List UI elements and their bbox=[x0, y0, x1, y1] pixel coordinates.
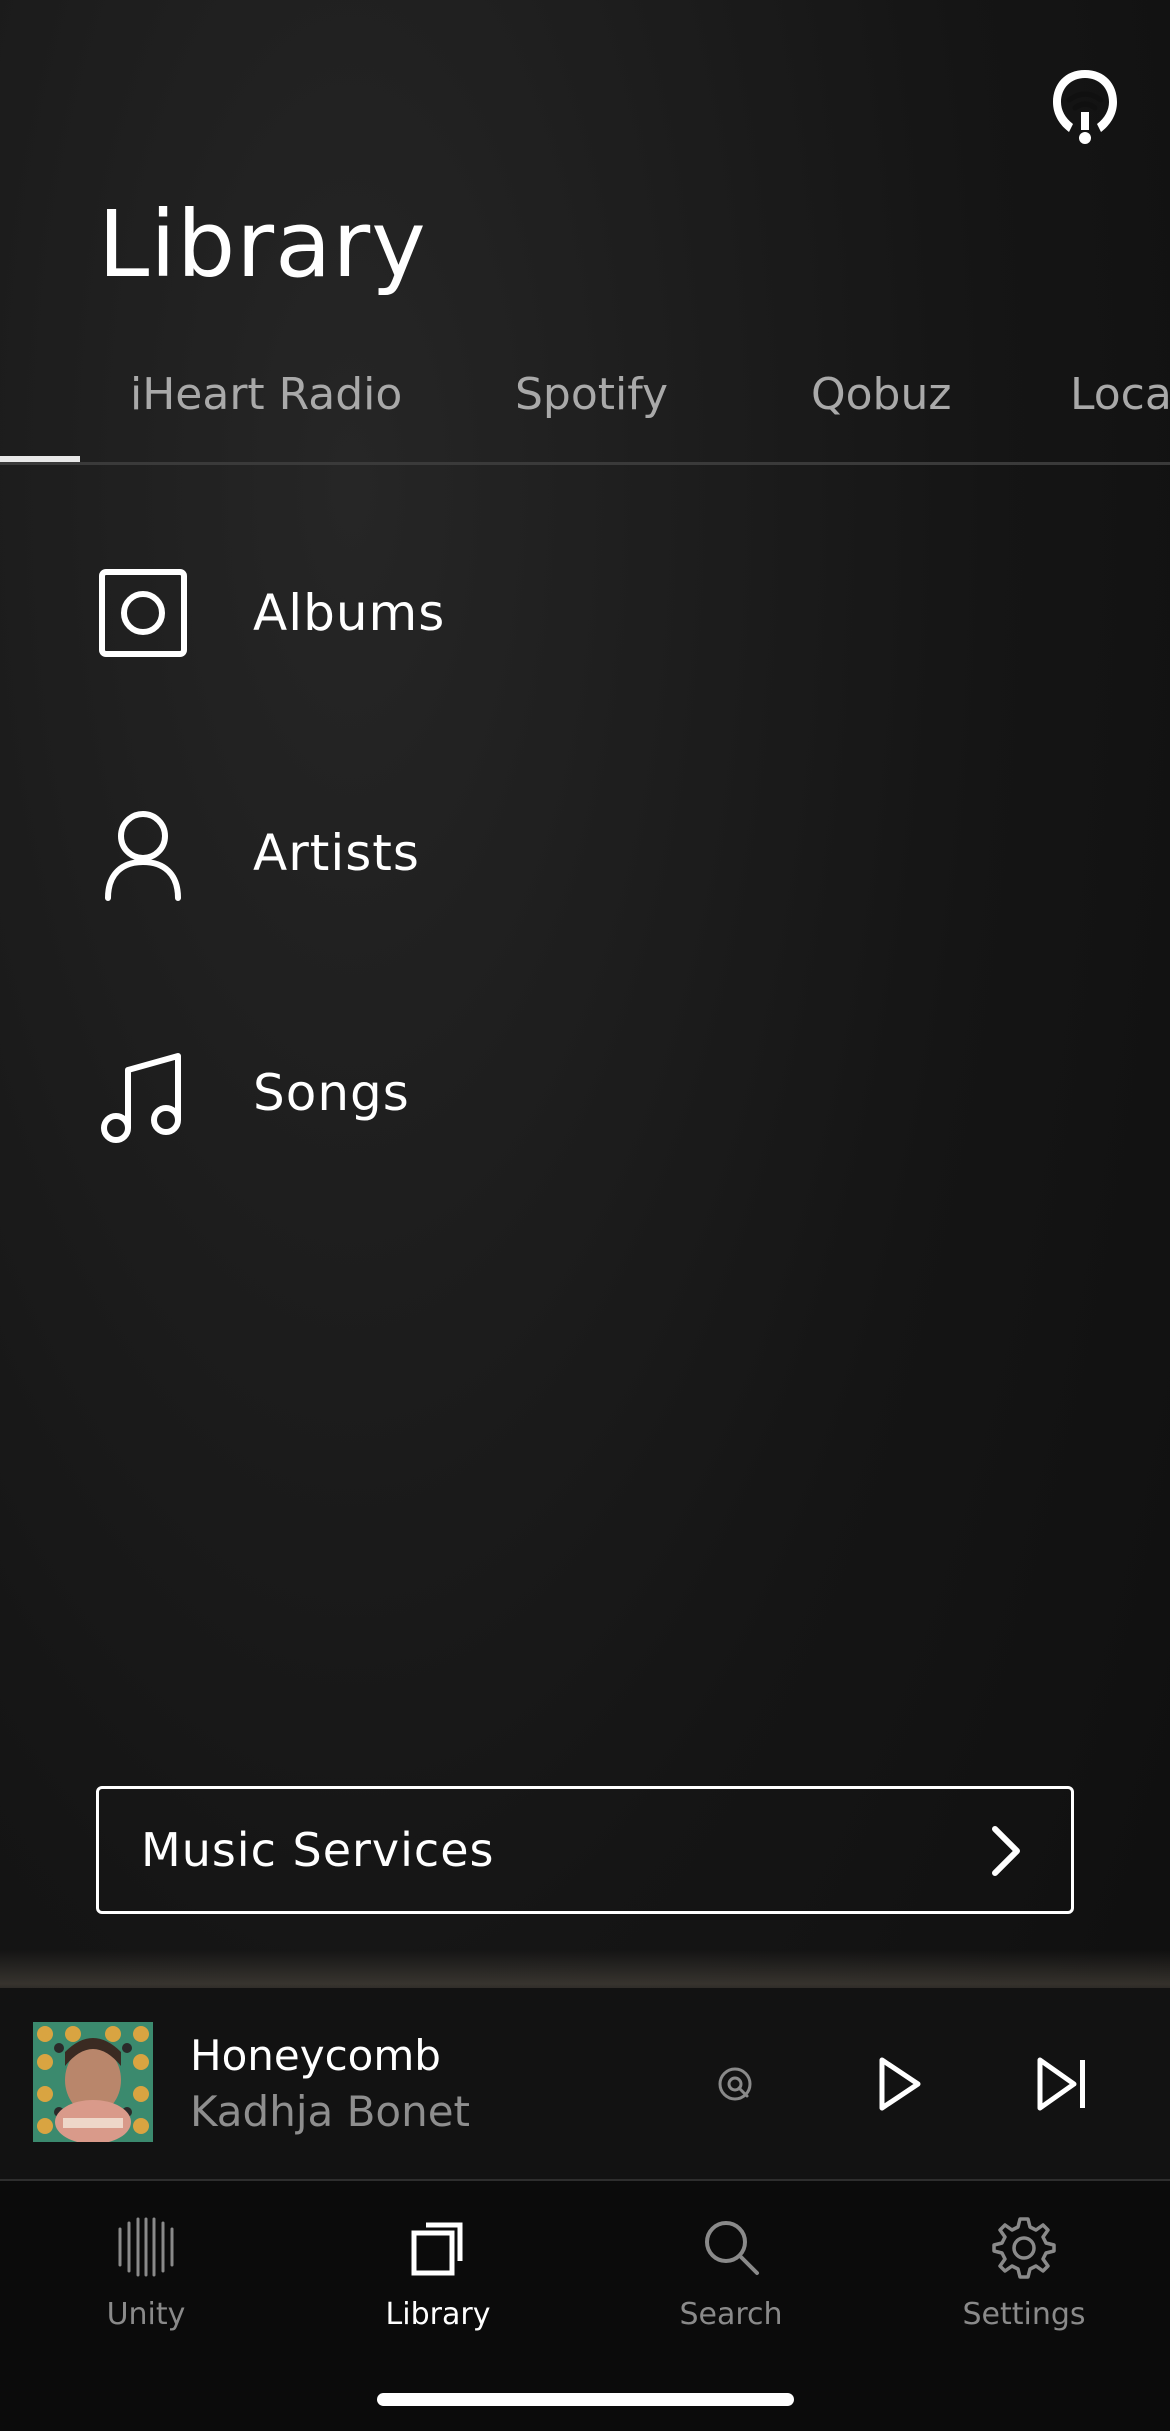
cast-icon[interactable] bbox=[715, 2064, 755, 2104]
list-item-label: Artists bbox=[253, 824, 420, 882]
album-art-thumbnail[interactable] bbox=[33, 2022, 153, 2142]
nav-label: Settings bbox=[962, 2297, 1086, 2332]
player-glow bbox=[0, 1950, 1170, 1990]
skip-next-icon[interactable] bbox=[1036, 2054, 1092, 2114]
nav-item-settings[interactable]: Settings bbox=[924, 2215, 1124, 2355]
play-icon[interactable] bbox=[872, 2054, 928, 2114]
music-services-label: Music Services bbox=[141, 1823, 495, 1877]
music-services-button[interactable]: Music Services bbox=[96, 1786, 1074, 1914]
nav-item-unity[interactable]: Unity bbox=[46, 2215, 246, 2355]
album-icon bbox=[98, 568, 194, 664]
page-title: Library bbox=[98, 191, 427, 298]
list-item-songs[interactable]: Songs bbox=[0, 1018, 1170, 1178]
nav-label: Unity bbox=[106, 2297, 186, 2332]
tab-qobuz[interactable]: Qobuz bbox=[811, 360, 951, 430]
library-screen: Library iHeart Radio Spotify Qobuz Loca … bbox=[0, 0, 1170, 2431]
track-title: Honeycomb bbox=[190, 2031, 441, 2080]
list-item-artists[interactable]: Artists bbox=[0, 778, 1170, 938]
chevron-right-icon bbox=[987, 1823, 1027, 1879]
nav-item-search[interactable]: Search bbox=[631, 2215, 831, 2355]
nav-label: Library bbox=[385, 2297, 491, 2332]
gear-icon bbox=[992, 2215, 1056, 2279]
tab-local[interactable]: Loca bbox=[1070, 360, 1170, 430]
person-icon bbox=[98, 808, 194, 904]
nav-label: Search bbox=[679, 2297, 783, 2332]
tab-spotify[interactable]: Spotify bbox=[515, 360, 668, 430]
music-note-icon bbox=[98, 1048, 194, 1144]
nav-item-library[interactable]: Library bbox=[338, 2215, 538, 2355]
tab-iheart-radio[interactable]: iHeart Radio bbox=[130, 360, 402, 430]
list-item-label: Albums bbox=[253, 584, 446, 642]
mini-player[interactable]: Honeycomb Kadhja Bonet bbox=[0, 1988, 1170, 2180]
list-item-label: Songs bbox=[253, 1064, 410, 1122]
search-icon bbox=[699, 2215, 763, 2279]
speaker-group-icon[interactable] bbox=[1049, 66, 1121, 146]
track-artist: Kadhja Bonet bbox=[190, 2087, 471, 2136]
unity-icon bbox=[114, 2215, 178, 2279]
library-icon bbox=[406, 2215, 470, 2279]
tabs-divider bbox=[0, 462, 1170, 465]
home-indicator bbox=[377, 2393, 794, 2406]
source-tabs: iHeart Radio Spotify Qobuz Loca bbox=[0, 360, 1170, 464]
list-item-albums[interactable]: Albums bbox=[0, 538, 1170, 698]
